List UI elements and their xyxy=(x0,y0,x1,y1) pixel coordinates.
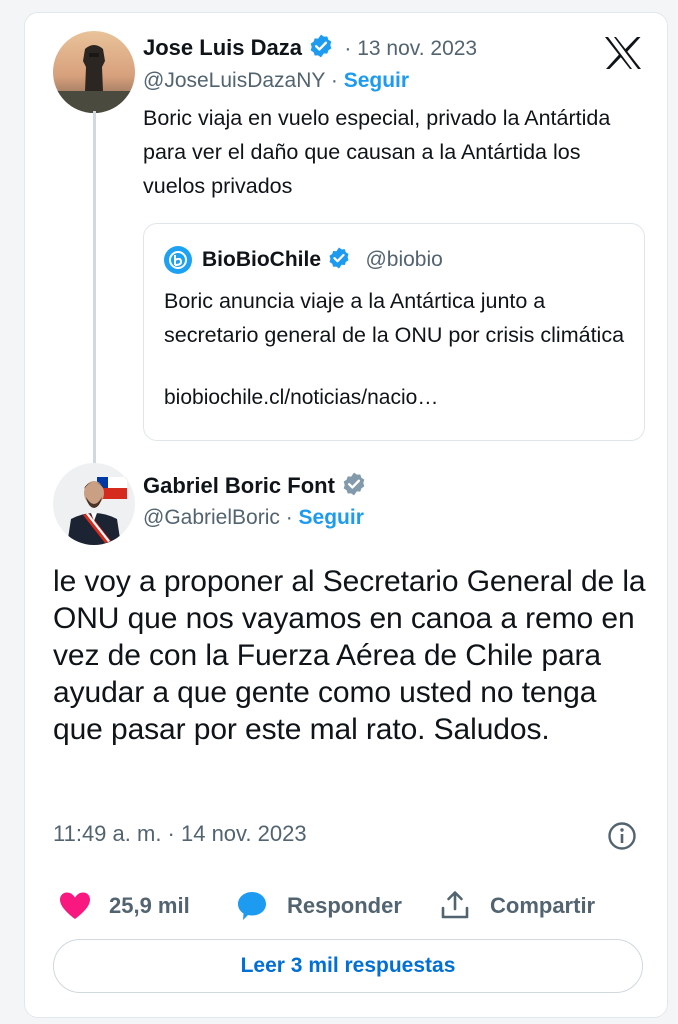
author-avatar-daza[interactable] xyxy=(53,31,135,113)
biobio-logo-icon xyxy=(164,246,192,274)
separator-dot: · xyxy=(285,506,293,529)
verified-gray-badge-icon xyxy=(341,471,367,502)
share-icon[interactable] xyxy=(439,889,471,921)
quoted-author-name: BioBioChile xyxy=(202,248,321,271)
tweet-text: le voy a proponer al Secretario General … xyxy=(53,565,646,746)
verified-badge-icon xyxy=(308,33,334,64)
reply-to-handle-line: @JoseLuisDazaNY · Seguir xyxy=(143,69,409,93)
read-replies-label: Leer 3 mil respuestas xyxy=(240,954,456,977)
tweet-timestamp[interactable]: 11:49 a. m. · 14 nov. 2023 xyxy=(53,821,307,847)
info-icon[interactable] xyxy=(607,821,637,851)
reply-button[interactable]: Responder xyxy=(287,893,402,919)
x-logo-icon[interactable] xyxy=(603,35,643,71)
read-replies-button[interactable]: Leer 3 mil respuestas xyxy=(53,939,643,993)
thread-connector-line xyxy=(93,111,96,467)
author-name[interactable]: Gabriel Boric Font xyxy=(143,473,335,498)
follow-button[interactable]: Seguir xyxy=(299,506,364,529)
verified-badge-icon xyxy=(327,246,351,275)
reply-to-tweet-text: Boric viaja en vuelo especial, privado l… xyxy=(143,106,611,198)
author-handle[interactable]: @JoseLuisDazaNY xyxy=(143,69,325,92)
reply-bubble-icon[interactable] xyxy=(235,889,269,923)
separator-dot: · xyxy=(330,69,338,92)
quoted-header: BioBioChile @biobio xyxy=(202,246,443,275)
heart-icon[interactable] xyxy=(59,891,91,921)
tweet-date[interactable]: · 13 nov. 2023 xyxy=(344,37,477,60)
quoted-tweet-text: Boric anuncia viaje a la Antártica junto… xyxy=(164,289,625,347)
reply-to-header: Jose Luis Daza · 13 nov. 2023 xyxy=(143,33,477,64)
quoted-author-handle: @biobio xyxy=(365,248,443,271)
tweet-embed-card: Jose Luis Daza · 13 nov. 2023 @JoseLuisD… xyxy=(24,12,668,1018)
quoted-tweet-link[interactable]: biobiochile.cl/noticias/nacio… xyxy=(164,386,438,410)
author-avatar-boric[interactable] xyxy=(53,463,135,545)
quoted-tweet[interactable]: BioBioChile @biobio Boric anuncia viaje … xyxy=(143,223,645,441)
tweet-header: Gabriel Boric Font xyxy=(143,471,367,502)
author-name[interactable]: Jose Luis Daza xyxy=(143,35,302,60)
tweet-handle-line: @GabrielBoric · Seguir xyxy=(143,506,364,530)
follow-button[interactable]: Seguir xyxy=(344,69,409,92)
likes-count[interactable]: 25,9 mil xyxy=(109,893,190,919)
share-button[interactable]: Compartir xyxy=(490,893,595,919)
author-handle[interactable]: @GabrielBoric xyxy=(143,506,280,529)
